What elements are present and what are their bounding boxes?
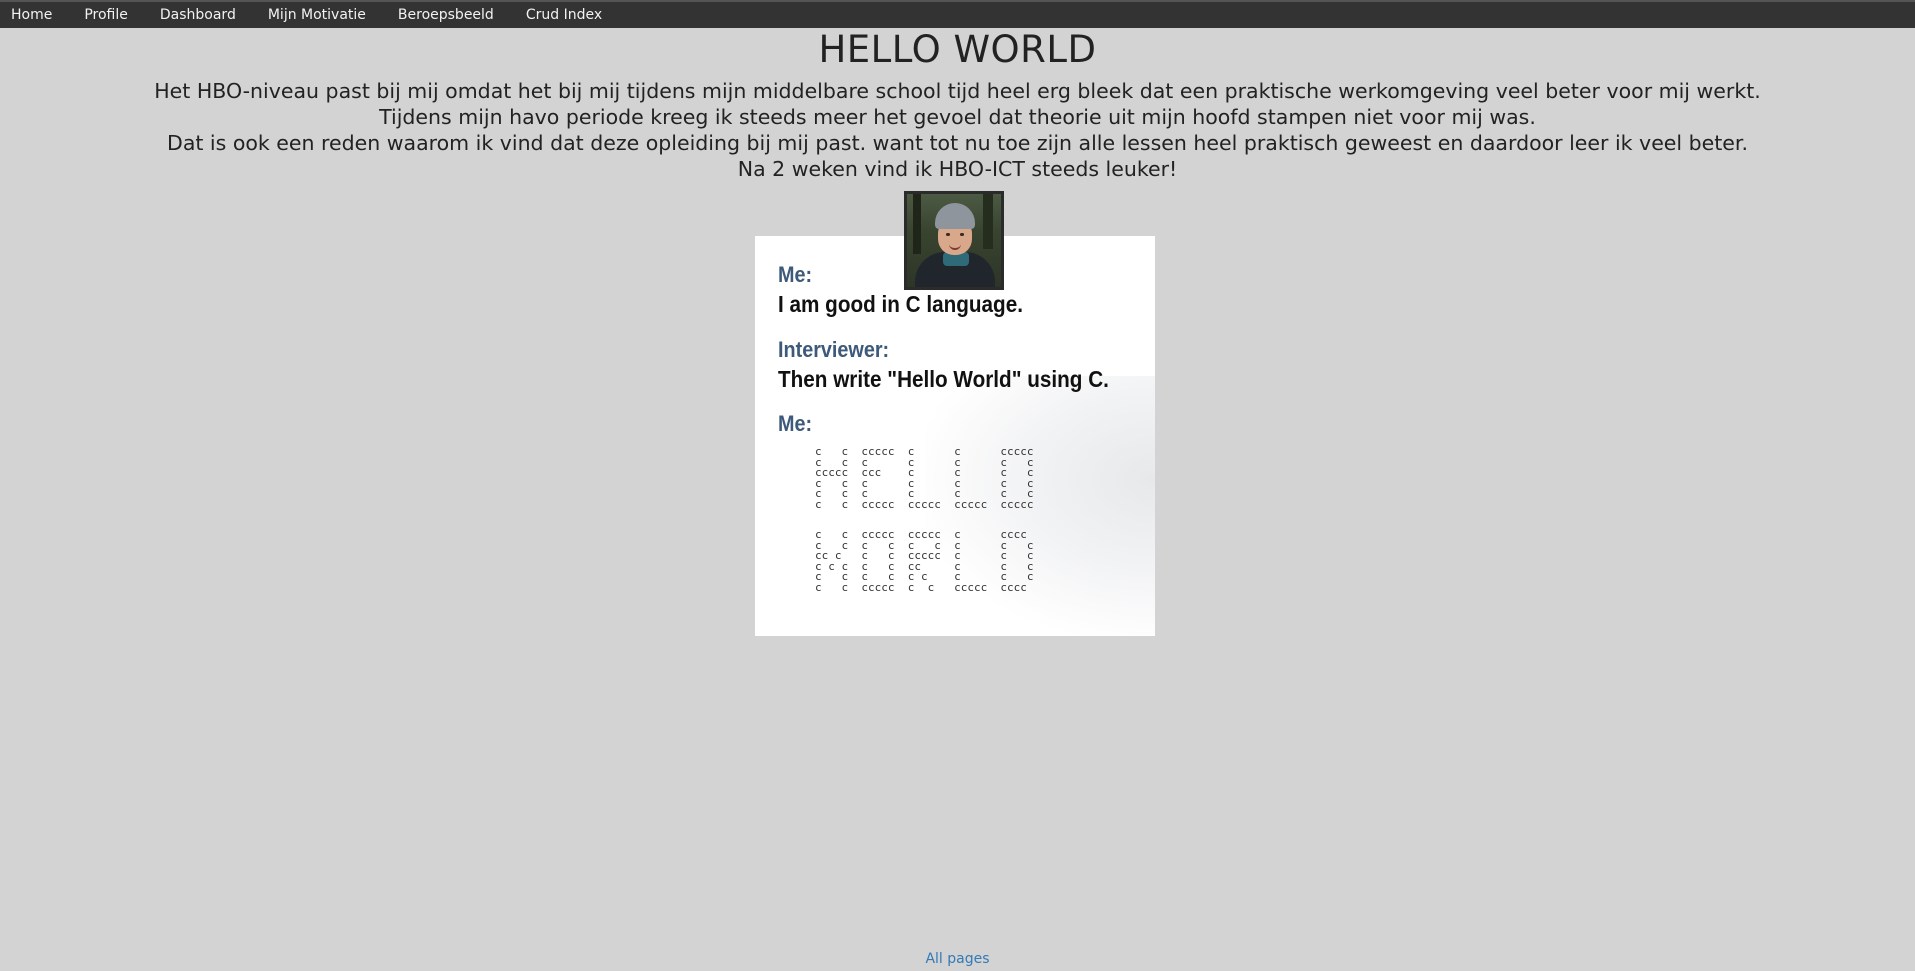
photo-mouth (949, 244, 961, 250)
hello-world-comic-image: Me: I am good in C language. Interviewer… (755, 236, 1155, 636)
motivation-text: Het HBO-niveau past bij mij omdat het bi… (0, 78, 1915, 182)
nav-link-mijn-motivatie[interactable]: Mijn Motivatie (257, 7, 382, 23)
motivation-paragraph: Dat is ook een reden waarom ik vind dat … (167, 131, 1748, 155)
motivation-paragraph: Het HBO-niveau past bij mij omdat het bi… (154, 79, 1761, 103)
comic-speaker-me-answer: Me: (778, 411, 813, 436)
nav-link-profile[interactable]: Profile (73, 7, 144, 23)
profile-photo (904, 191, 1004, 290)
nav-link-crud-index[interactable]: Crud Index (515, 7, 618, 23)
nav-item-crud-index: Crud Index (515, 7, 623, 23)
photo-background-tree (983, 194, 993, 249)
ascii-art-world: c c ccccc ccccc c cccc c c c c c c c c c… (815, 528, 1034, 594)
all-pages-link[interactable]: All pages (925, 951, 989, 967)
ascii-art-hello: c c ccccc c c ccccc c c c c c c c ccccc … (815, 445, 1034, 511)
photo-eye (960, 233, 964, 236)
photo-beanie (935, 203, 975, 229)
comic-speaker-me: Me: (778, 262, 813, 287)
footer: All pages (0, 951, 1915, 967)
comic-line-me: I am good in C language. (778, 291, 1023, 317)
nav-item-dashboard: Dashboard (149, 7, 257, 23)
nav-link-dashboard[interactable]: Dashboard (149, 7, 252, 23)
photo-eye (946, 233, 950, 236)
nav-link-home[interactable]: Home (0, 7, 68, 23)
page-title: HELLO WORLD (818, 28, 1097, 71)
nav-item-mijn-motivatie: Mijn Motivatie (257, 7, 387, 23)
motivation-paragraph: Na 2 weken vind ik HBO-ICT steeds leuker… (737, 157, 1178, 181)
comic-line-interviewer: Then write "Hello World" using C. (778, 366, 1109, 392)
top-navigation: Home Profile Dashboard Mijn Motivatie Be… (0, 0, 1915, 28)
nav-link-beroepsbeeld[interactable]: Beroepsbeeld (387, 7, 510, 23)
nav-item-home: Home (0, 7, 73, 23)
comic-speaker-interviewer: Interviewer: (778, 337, 890, 362)
photo-background-tree (913, 194, 921, 254)
nav-list: Home Profile Dashboard Mijn Motivatie Be… (0, 2, 1915, 28)
motivation-paragraph: Tijdens mijn havo periode kreeg ik steed… (379, 105, 1536, 129)
nav-item-beroepsbeeld: Beroepsbeeld (387, 7, 515, 23)
nav-item-profile: Profile (73, 7, 149, 23)
